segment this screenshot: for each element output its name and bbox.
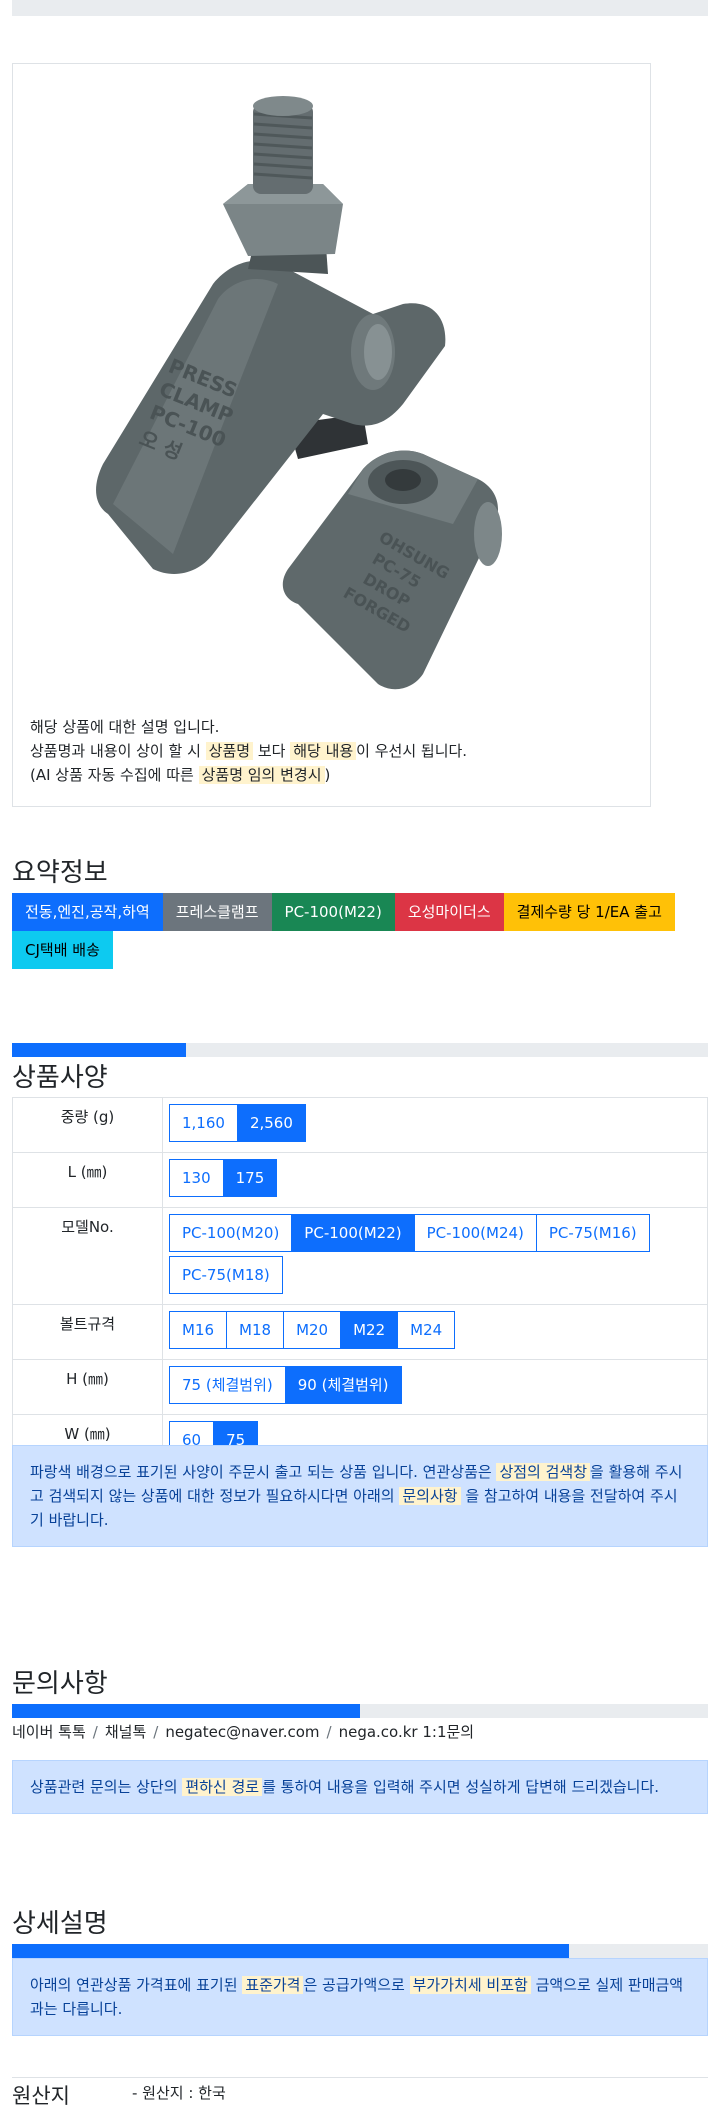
spec-option[interactable]: PC-100(M24) <box>413 1214 537 1252</box>
inquiry-title: 문의사항 <box>12 1669 108 1699</box>
spec-label: 중량 (g) <box>12 1097 163 1153</box>
summary-title: 요약정보 <box>12 858 108 888</box>
spec-options-cell: PC-100(M20) PC-100(M22) PC-100(M24) PC-75(M… <box>162 1207 708 1305</box>
highlight-content: 해당 내용 <box>290 742 357 760</box>
description-text: (AI 상품 자동 수집에 따른 <box>30 766 199 784</box>
notice-text: 아래의 연관상품 가격표에 표기된 <box>30 1976 243 1994</box>
spec-option[interactable]: M16 <box>169 1311 228 1349</box>
description-line-2: 상품명과 내용이 상이 할 시 상품명 보다 해당 내용 이 우선시 됩니다. <box>30 739 467 763</box>
contact-naver-talk[interactable]: 네이버 톡톡 <box>12 1723 86 1741</box>
spec-label: H (㎜) <box>12 1359 163 1415</box>
highlight-inquiry: 문의사항 <box>399 1487 461 1505</box>
origin-row: 원산지 - 원산지 : 한국 <box>12 2077 708 2108</box>
inquiry-notice: 상품관련 문의는 상단의 편하신 경로 를 통하여 내용을 입력해 주시면 성실하… <box>12 1760 708 1814</box>
spec-progress <box>12 1043 708 1057</box>
summary-badge: 결제수량 당 1/EA 출고 <box>503 893 675 931</box>
separator: / <box>326 1723 332 1741</box>
spec-option[interactable]: M24 <box>397 1311 456 1349</box>
spec-option-selected[interactable]: M22 <box>340 1311 399 1349</box>
highlight-name-change: 상품명 임의 변경시 <box>198 766 325 784</box>
summary-badges: 전동,엔진,공작,하역 프레스클램프 PC-100(M22) 오성마이더스 결제수량 당… <box>12 893 708 969</box>
press-clamp-image: PRESS CLAMP PC-100 오 성 OHSUNG PC-75 DROP… <box>96 96 502 690</box>
product-image-panel: PRESS CLAMP PC-100 오 성 OHSUNG PC-75 DROP… <box>12 63 651 807</box>
detail-progress-bar <box>12 1944 569 1958</box>
detail-notice: 아래의 연관상품 가격표에 표기된 표준가격 은 공급가액으로 부가가치세 비포함… <box>12 1958 708 2036</box>
spec-label: 모델No. <box>12 1207 163 1305</box>
spec-options-cell: 130 175 <box>162 1152 708 1208</box>
summary-badge: 오성마이더스 <box>394 893 504 931</box>
summary-badge: PC-100(M22) <box>271 893 395 931</box>
spec-option-selected[interactable]: 2,560 <box>236 1104 306 1142</box>
spec-option[interactable]: 130 <box>169 1159 224 1197</box>
highlight-standard-price: 표준가격 <box>242 1976 304 1994</box>
spec-option[interactable]: PC-75(M18) <box>169 1256 283 1294</box>
description-line-1: 해당 상품에 대한 설명 입니다. <box>30 718 220 736</box>
spec-option[interactable]: 1,160 <box>169 1104 238 1142</box>
spec-row: L (㎜) 130 175 <box>12 1152 708 1208</box>
spec-option[interactable]: PC-75(M16) <box>535 1214 650 1252</box>
spec-title: 상품사양 <box>12 1063 108 1093</box>
spec-option[interactable]: PC-100(M20) <box>169 1214 293 1252</box>
contact-website-inquiry[interactable]: nega.co.kr 1:1문의 <box>339 1723 475 1741</box>
notice-text: 를 통하여 내용을 입력해 주시면 성실하게 답변해 드리겠습니다. <box>262 1778 660 1796</box>
spec-label: L (㎜) <box>12 1152 163 1208</box>
description-line-3: (AI 상품 자동 수집에 따른 상품명 임의 변경시) <box>30 763 467 787</box>
separator: / <box>153 1723 159 1741</box>
spec-row: 중량 (g) 1,160 2,560 <box>12 1097 708 1153</box>
highlight-search: 상점의 검색창 <box>496 1463 591 1481</box>
notice-text: 은 공급가액으로 <box>303 1976 410 1994</box>
description-text: 보다 <box>253 742 291 760</box>
inquiry-progress <box>12 1704 708 1718</box>
detail-progress <box>12 1944 708 1958</box>
spec-row: 볼트규격 M16 M18 M20 M22 M24 <box>12 1304 708 1360</box>
spec-option[interactable]: M18 <box>226 1311 285 1349</box>
description-text: 이 우선시 됩니다. <box>356 742 468 760</box>
spec-row: 모델No. PC-100(M20) PC-100(M22) PC-100(M24) PC… <box>12 1207 708 1305</box>
spec-options-cell: M16 M18 M20 M22 M24 <box>162 1304 708 1360</box>
spec-row: H (㎜) 75 (체결범위) 90 (체결범위) <box>12 1359 708 1415</box>
spec-option-selected[interactable]: 90 (체결범위) <box>284 1366 402 1404</box>
spec-option-group: M16 M18 M20 M22 M24 <box>169 1311 701 1353</box>
contact-email[interactable]: negatec@naver.com <box>165 1723 319 1741</box>
product-description: 해당 상품에 대한 설명 입니다. 상품명과 내용이 상이 할 시 상품명 보다… <box>30 715 467 787</box>
spec-options-cell: 75 (체결범위) 90 (체결범위) <box>162 1359 708 1415</box>
highlight-route: 편하신 경로 <box>182 1778 263 1796</box>
spec-option-group: 130 175 <box>169 1159 701 1201</box>
inquiry-progress-bar <box>12 1704 360 1718</box>
spec-option-group: PC-100(M20) PC-100(M22) PC-100(M24) PC-75(M… <box>169 1214 701 1298</box>
spec-label: 볼트규격 <box>12 1304 163 1360</box>
detail-title: 상세설명 <box>12 1909 108 1939</box>
spec-options-cell: 1,160 2,560 <box>162 1097 708 1153</box>
spec-option[interactable]: M20 <box>283 1311 342 1349</box>
summary-badge: 프레스클램프 <box>162 893 272 931</box>
summary-badge: CJ택배 배송 <box>12 931 113 969</box>
highlight-product-name: 상품명 <box>205 742 254 760</box>
spec-progress-bar <box>12 1043 186 1057</box>
notice-text: 상품관련 문의는 상단의 <box>30 1778 183 1796</box>
separator: / <box>92 1723 98 1741</box>
spec-option[interactable]: 75 (체결범위) <box>169 1366 286 1404</box>
origin-label: 원산지 <box>12 2084 70 2108</box>
contact-breadcrumb: 네이버 톡톡 / 채널톡 / negatec@naver.com / nega.co.kr … <box>12 1720 474 1744</box>
description-text: ) <box>324 766 331 784</box>
highlight-vat-excluded: 부가가치세 비포함 <box>409 1976 531 1994</box>
summary-badge: 전동,엔진,공작,하역 <box>12 893 163 931</box>
spec-option-selected[interactable]: 175 <box>222 1159 278 1197</box>
spec-notice: 파랑색 배경으로 표기된 사양이 주문시 출고 되는 상품 입니다. 연관상품은… <box>12 1445 708 1547</box>
spec-option-selected[interactable]: PC-100(M22) <box>291 1214 415 1252</box>
spec-option-group: 1,160 2,560 <box>169 1104 701 1146</box>
contact-channel-talk[interactable]: 채널톡 <box>105 1723 146 1741</box>
top-progress-track <box>12 0 708 16</box>
origin-value: - 원산지 : 한국 <box>132 2084 226 2102</box>
spec-table: 중량 (g) 1,160 2,560 L (㎜) 130 175 모델No. PC-100(M… <box>12 1097 708 1470</box>
notice-text: 파랑색 배경으로 표기된 사양이 주문시 출고 되는 상품 입니다. 연관상품은 <box>30 1463 497 1481</box>
spec-option-group: 75 (체결범위) 90 (체결범위) <box>169 1366 701 1408</box>
description-text: 상품명과 내용이 상이 할 시 <box>30 742 206 760</box>
